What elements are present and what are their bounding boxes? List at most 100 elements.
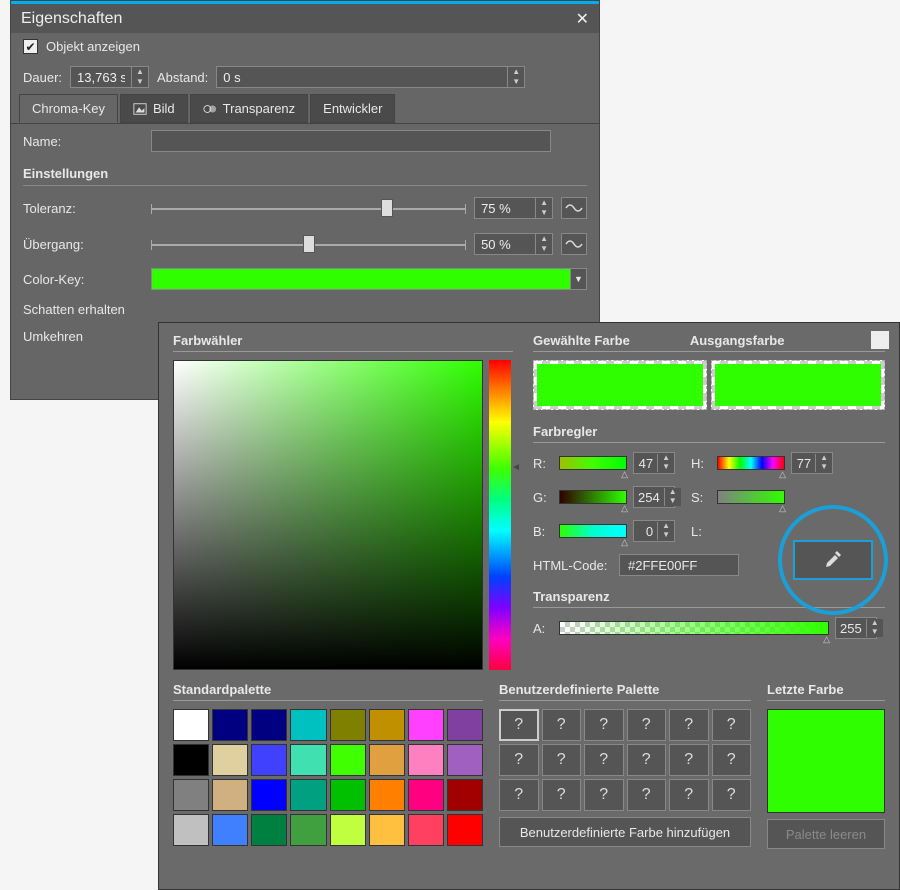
selected-color-swatch[interactable] bbox=[533, 360, 707, 410]
palette-swatch[interactable] bbox=[290, 709, 326, 741]
tab-developer[interactable]: Entwickler bbox=[310, 94, 395, 123]
spin-up-icon[interactable]: ▲ bbox=[508, 67, 524, 77]
palette-swatch[interactable] bbox=[369, 744, 405, 776]
palette-swatch[interactable] bbox=[330, 814, 366, 846]
palette-swatch[interactable] bbox=[173, 744, 209, 776]
palette-swatch[interactable] bbox=[251, 744, 287, 776]
user-palette-slot[interactable]: ? bbox=[542, 779, 582, 811]
user-palette-slot[interactable]: ? bbox=[584, 779, 624, 811]
user-palette-slot[interactable]: ? bbox=[669, 779, 709, 811]
palette-swatch[interactable] bbox=[408, 779, 444, 811]
user-palette-slot[interactable]: ? bbox=[627, 779, 667, 811]
g-input[interactable]: 254▲▼ bbox=[633, 486, 675, 508]
s-slider[interactable] bbox=[717, 490, 785, 504]
palette-swatch[interactable] bbox=[369, 814, 405, 846]
tolerance-spinner[interactable]: ▲▼ bbox=[474, 197, 553, 219]
user-palette-slot[interactable]: ? bbox=[584, 744, 624, 776]
palette-swatch[interactable] bbox=[290, 814, 326, 846]
spin-down-icon[interactable]: ▼ bbox=[536, 208, 552, 218]
user-palette-slot[interactable]: ? bbox=[712, 744, 752, 776]
alpha-slider[interactable] bbox=[559, 621, 829, 635]
palette-swatch[interactable] bbox=[290, 744, 326, 776]
user-palette-slot[interactable]: ? bbox=[542, 744, 582, 776]
user-palette-slot[interactable]: ? bbox=[542, 709, 582, 741]
user-palette-slot[interactable]: ? bbox=[669, 709, 709, 741]
palette-swatch[interactable] bbox=[330, 709, 366, 741]
show-object-checkbox[interactable]: ✔ bbox=[23, 39, 38, 54]
user-palette-slot[interactable]: ? bbox=[627, 744, 667, 776]
b-slider[interactable] bbox=[559, 524, 627, 538]
h-slider[interactable] bbox=[717, 456, 785, 470]
a-input[interactable]: 255▲▼ bbox=[835, 617, 877, 639]
close-button[interactable] bbox=[871, 331, 889, 349]
close-icon[interactable]: ✕ bbox=[576, 9, 589, 29]
spin-down-icon[interactable]: ▼ bbox=[132, 77, 148, 87]
palette-swatch[interactable] bbox=[447, 709, 483, 741]
spin-up-icon[interactable]: ▲ bbox=[132, 67, 148, 77]
palette-swatch[interactable] bbox=[251, 709, 287, 741]
distance-input[interactable] bbox=[217, 70, 507, 85]
palette-swatch[interactable] bbox=[173, 814, 209, 846]
slider-thumb[interactable] bbox=[303, 235, 315, 253]
user-palette-slot[interactable]: ? bbox=[499, 709, 539, 741]
palette-swatch[interactable] bbox=[408, 744, 444, 776]
add-user-color-button[interactable]: Benutzerdefinierte Farbe hinzufügen bbox=[499, 817, 751, 847]
tolerance-input[interactable] bbox=[475, 201, 535, 216]
r-slider[interactable] bbox=[559, 456, 627, 470]
duration-spinner[interactable]: ▲▼ bbox=[70, 66, 149, 88]
slider-thumb[interactable] bbox=[381, 199, 393, 217]
h-input[interactable]: 77▲▼ bbox=[791, 452, 833, 474]
palette-swatch[interactable] bbox=[212, 779, 248, 811]
hue-slider[interactable] bbox=[489, 360, 511, 670]
palette-swatch[interactable] bbox=[369, 779, 405, 811]
palette-swatch[interactable] bbox=[447, 779, 483, 811]
distance-spinner[interactable]: ▲▼ bbox=[216, 66, 525, 88]
palette-swatch[interactable] bbox=[330, 744, 366, 776]
user-palette-slot[interactable]: ? bbox=[627, 709, 667, 741]
b-input[interactable]: 0▲▼ bbox=[633, 520, 675, 542]
g-slider[interactable] bbox=[559, 490, 627, 504]
user-palette-slot[interactable]: ? bbox=[499, 744, 539, 776]
palette-swatch[interactable] bbox=[212, 814, 248, 846]
eyedropper-button[interactable] bbox=[793, 540, 873, 580]
tab-chroma-key[interactable]: Chroma-Key bbox=[19, 94, 118, 123]
saturation-value-field[interactable] bbox=[173, 360, 483, 670]
palette-swatch[interactable] bbox=[447, 744, 483, 776]
user-palette-slot[interactable]: ? bbox=[712, 709, 752, 741]
r-input[interactable]: 47▲▼ bbox=[633, 452, 675, 474]
spin-up-icon[interactable]: ▲ bbox=[536, 198, 552, 208]
palette-swatch[interactable] bbox=[251, 814, 287, 846]
tolerance-curve-button[interactable] bbox=[561, 197, 587, 219]
original-color-swatch[interactable] bbox=[711, 360, 885, 410]
colorkey-swatch[interactable]: ▼ bbox=[151, 268, 587, 290]
duration-input[interactable] bbox=[71, 70, 131, 85]
user-palette-slot[interactable]: ? bbox=[669, 744, 709, 776]
user-palette-slot[interactable]: ? bbox=[712, 779, 752, 811]
user-palette-slot[interactable]: ? bbox=[499, 779, 539, 811]
name-input[interactable] bbox=[151, 130, 551, 152]
html-input[interactable]: #2FFE00FF bbox=[619, 554, 739, 576]
palette-swatch[interactable] bbox=[251, 779, 287, 811]
user-palette-slot[interactable]: ? bbox=[584, 709, 624, 741]
palette-swatch[interactable] bbox=[447, 814, 483, 846]
transition-input[interactable] bbox=[475, 237, 535, 252]
palette-swatch[interactable] bbox=[408, 814, 444, 846]
palette-swatch[interactable] bbox=[408, 709, 444, 741]
spin-down-icon[interactable]: ▼ bbox=[508, 77, 524, 87]
last-color-swatch[interactable] bbox=[767, 709, 885, 813]
transition-spinner[interactable]: ▲▼ bbox=[474, 233, 553, 255]
palette-swatch[interactable] bbox=[212, 709, 248, 741]
transition-curve-button[interactable] bbox=[561, 233, 587, 255]
tab-transparency[interactable]: Transparenz bbox=[190, 94, 309, 123]
chevron-down-icon[interactable]: ▼ bbox=[570, 269, 586, 289]
palette-swatch[interactable] bbox=[330, 779, 366, 811]
spin-up-icon[interactable]: ▲ bbox=[536, 234, 552, 244]
palette-swatch[interactable] bbox=[212, 744, 248, 776]
palette-swatch[interactable] bbox=[173, 779, 209, 811]
palette-swatch[interactable] bbox=[369, 709, 405, 741]
tolerance-slider[interactable] bbox=[151, 196, 466, 220]
palette-swatch[interactable] bbox=[290, 779, 326, 811]
clear-palette-button[interactable]: Palette leeren bbox=[767, 819, 885, 849]
transition-slider[interactable] bbox=[151, 232, 466, 256]
palette-swatch[interactable] bbox=[173, 709, 209, 741]
